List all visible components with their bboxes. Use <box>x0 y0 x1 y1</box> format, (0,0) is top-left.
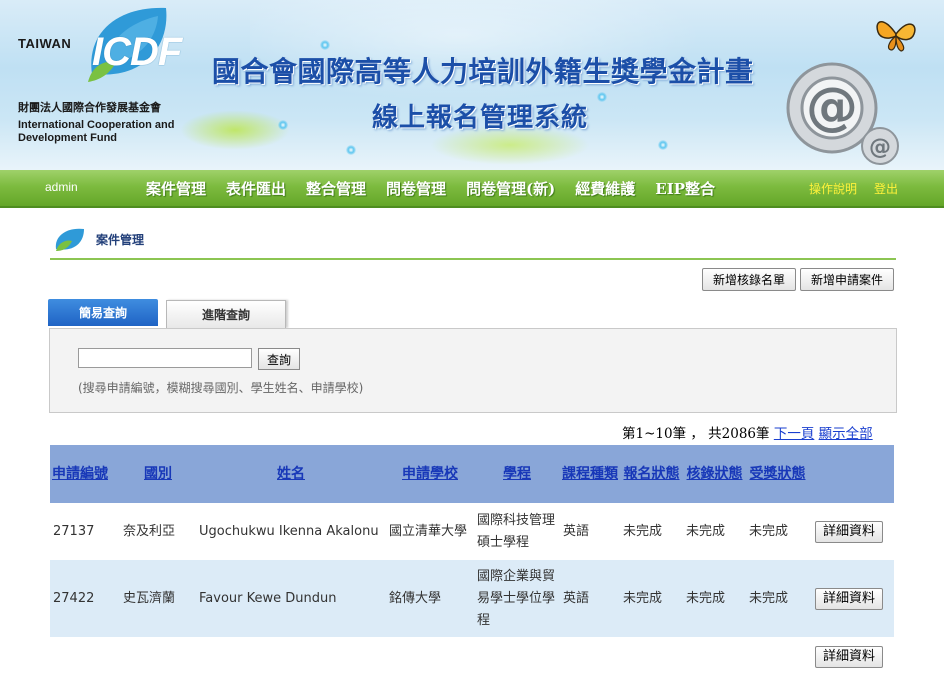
add-application-button[interactable]: 新增申請案件 <box>800 268 894 291</box>
table-header-row: 申請編號 國別 姓名 申請學校 學程 課程種類 報名狀態 核錄狀態 受獎狀態 <box>50 445 894 503</box>
cell-course-type: 英語 <box>560 560 620 637</box>
svg-text:@: @ <box>869 135 891 160</box>
column-header-award-status[interactable]: 受獎狀態 <box>746 445 809 503</box>
search-input[interactable] <box>78 348 252 368</box>
tab-advanced-search[interactable]: 進階查詢 <box>166 300 286 328</box>
main-menu: 案件管理 表件匯出 整合管理 問卷管理 問卷管理(新) 經費維護 EIP整合 <box>146 178 735 199</box>
cell-review-status: 未完成 <box>683 503 746 560</box>
svg-text:@: @ <box>806 77 858 137</box>
nav-item-budget-maintenance[interactable]: 經費維護 <box>575 178 635 199</box>
at-sign-graphic-icon: @ @ <box>786 62 899 165</box>
detail-button[interactable]: 詳細資料 <box>815 587 883 610</box>
section-divider <box>50 258 896 260</box>
cell-program: 國際企業與貿易學士學位學程 <box>474 560 560 637</box>
cell-actions: 詳細資料 <box>809 560 894 637</box>
decorative-dot <box>346 145 356 155</box>
cell-review-status: 未完成 <box>683 560 746 637</box>
section-leaf-icon <box>55 228 84 251</box>
cell-id: 27422 <box>50 560 120 637</box>
logo-taiwan-text: TAIWAN <box>18 36 72 51</box>
next-page-link[interactable]: 下一頁 <box>774 426 815 442</box>
system-title-line2: 線上報名管理系統 <box>372 103 589 133</box>
detail-button[interactable]: 詳細資料 <box>815 520 883 543</box>
search-button[interactable]: 查詢 <box>258 348 300 370</box>
logo-icdf-text: ICDF <box>92 30 182 74</box>
search-hint: (搜尋申請編號，模糊搜尋國別、學生姓名、申請學校) <box>78 381 364 395</box>
search-panel: 查詢 (搜尋申請編號，模糊搜尋國別、學生姓名、申請學校) <box>49 328 897 413</box>
cell-country: 史瓦濟蘭 <box>120 560 196 637</box>
column-header-school[interactable]: 申請學校 <box>386 445 474 503</box>
current-user: admin <box>45 180 78 194</box>
column-header-name[interactable]: 姓名 <box>196 445 386 503</box>
decorative-glow <box>180 110 290 150</box>
org-name-english-line2: Development Fund <box>18 132 118 144</box>
cell-course-type: 英語 <box>560 503 620 560</box>
logout-link[interactable]: 登出 <box>874 180 898 197</box>
column-header-id[interactable]: 申請編號 <box>50 445 120 503</box>
system-title-line1: 國合會國際高等人力培訓外籍生獎學金計畫 <box>212 55 754 88</box>
nav-item-form-export[interactable]: 表件匯出 <box>226 178 286 199</box>
table-row: 27137 奈及利亞 Ugochukwu Ikenna Akalonu 國立清華… <box>50 503 894 560</box>
cell-apply-status: 未完成 <box>620 560 683 637</box>
column-header-course-type[interactable]: 課程種類 <box>560 445 620 503</box>
nav-item-integration-management[interactable]: 整合管理 <box>306 178 366 199</box>
section-title: 案件管理 <box>96 233 145 247</box>
cell-truncated <box>50 637 809 677</box>
column-header-program[interactable]: 學程 <box>474 445 560 503</box>
column-header-actions <box>809 445 894 503</box>
show-all-link[interactable]: 顯示全部 <box>819 426 873 442</box>
detail-button[interactable]: 詳細資料 <box>815 646 883 668</box>
applications-table: 申請編號 國別 姓名 申請學校 學程 課程種類 報名狀態 核錄狀態 受獎狀態 2… <box>50 445 894 677</box>
main-nav-bar: admin 案件管理 表件匯出 整合管理 問卷管理 問卷管理(新) 經費維護 E… <box>0 170 944 208</box>
cell-apply-status: 未完成 <box>620 503 683 560</box>
cell-program: 國際科技管理碩士學程 <box>474 503 560 560</box>
org-name-chinese: 財團法人國際合作發展基金會 <box>18 101 161 114</box>
cell-id: 27137 <box>50 503 120 560</box>
cell-country: 奈及利亞 <box>120 503 196 560</box>
help-link[interactable]: 操作說明 <box>809 180 857 197</box>
nav-item-survey-management[interactable]: 問卷管理 <box>386 178 446 199</box>
decorative-dot <box>320 40 330 50</box>
pagination-summary: 第1~10筆 ， 共2086筆 <box>622 426 770 442</box>
decorative-dot <box>597 92 607 102</box>
nav-item-case-management[interactable]: 案件管理 <box>146 178 206 199</box>
nav-item-survey-management-new[interactable]: 問卷管理(新) <box>466 178 555 199</box>
column-header-review-status[interactable]: 核錄狀態 <box>683 445 746 503</box>
cell-award-status: 未完成 <box>746 503 809 560</box>
decorative-dot <box>658 140 668 150</box>
cell-school: 國立清華大學 <box>386 503 474 560</box>
cell-award-status: 未完成 <box>746 560 809 637</box>
table-row: 27422 史瓦濟蘭 Favour Kewe Dundun 銘傳大學 國際企業與… <box>50 560 894 637</box>
table-row: 詳細資料 <box>50 637 894 677</box>
cell-name: Favour Kewe Dundun <box>196 560 386 637</box>
cell-actions: 詳細資料 <box>809 637 894 677</box>
tab-simple-search[interactable]: 簡易查詢 <box>48 299 158 326</box>
add-review-list-button[interactable]: 新增核錄名單 <box>702 268 796 291</box>
cell-actions: 詳細資料 <box>809 503 894 560</box>
header-banner: TAIWAN ICDF 財團法人國際合作發展基金會 International … <box>0 0 944 170</box>
org-name-english-line1: International Cooperation and <box>18 119 175 131</box>
cell-school: 銘傳大學 <box>386 560 474 637</box>
cell-name: Ugochukwu Ikenna Akalonu <box>196 503 386 560</box>
pagination: 第1~10筆 ， 共2086筆 下一頁 顯示全部 <box>622 422 873 442</box>
column-header-country[interactable]: 國別 <box>120 445 196 503</box>
nav-item-eip-integration[interactable]: EIP整合 <box>655 178 715 199</box>
butterfly-icon <box>876 21 916 52</box>
column-header-apply-status[interactable]: 報名狀態 <box>620 445 683 503</box>
decorative-dot <box>278 120 288 130</box>
